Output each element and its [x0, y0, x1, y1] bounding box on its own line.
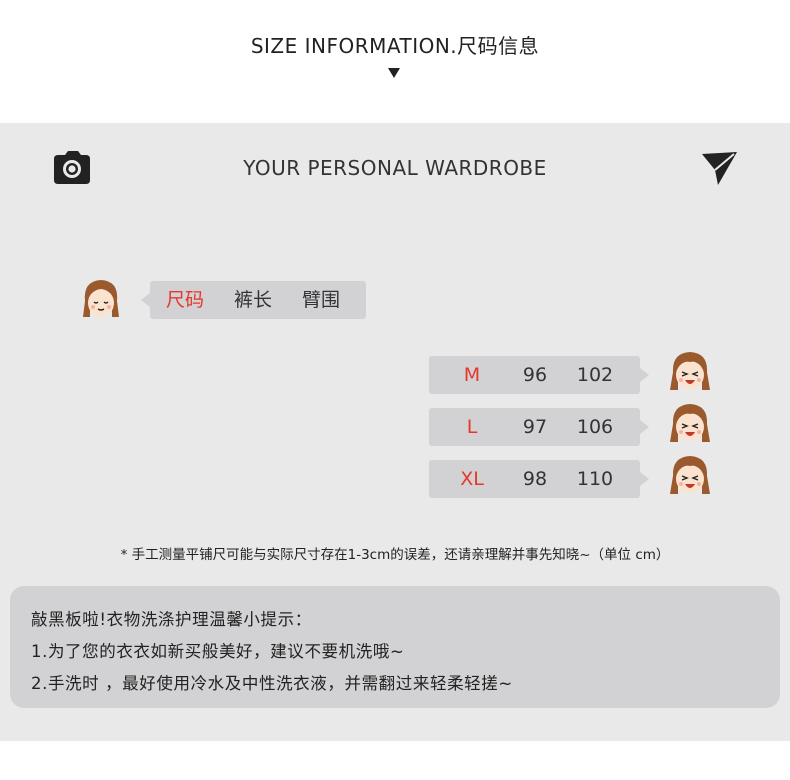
- header-title: SIZE INFORMATION.尺码信息: [250, 34, 540, 58]
- header-size: 尺码: [165, 289, 204, 311]
- arm-value: 102: [576, 364, 614, 386]
- girl-avatar-icon: [83, 280, 119, 317]
- care-tip-line: 2.手洗时 ，最好使用冷水及中性洗衣液，并需翻过来轻柔轻搓~: [31, 674, 513, 693]
- care-tips-box: 敲黑板啦!衣物洗涤护理温馨小提示： 1.为了您的衣衣如新买般美好，建议不要机洗哦…: [10, 586, 780, 708]
- length-value: 96: [522, 364, 548, 386]
- header-arm: 臂围: [301, 289, 340, 311]
- size-row-m: M 96 102: [429, 356, 649, 394]
- arm-value: 106: [576, 416, 614, 438]
- care-tip-line: 敲黑板啦!衣物洗涤护理温馨小提示：: [31, 610, 312, 629]
- bubble-tail: [640, 368, 649, 382]
- header-length: 裤长: [233, 289, 272, 311]
- girl-avatar-icon: [670, 352, 710, 390]
- bubble-tail: [141, 293, 150, 307]
- down-arrow-icon: [388, 68, 400, 78]
- size-value: L: [466, 416, 478, 438]
- length-value: 97: [522, 416, 548, 438]
- measurement-note: * 手工测量平铺尺可能与实际尺寸存在1-3cm的误差，还请亲理解并事先知晓~（单…: [120, 547, 670, 563]
- size-value: M: [463, 364, 481, 386]
- size-row-xl: XL 98 110: [429, 460, 649, 498]
- girl-avatar-icon: [670, 456, 710, 494]
- size-row-l: L 97 106: [429, 408, 649, 446]
- bubble-tail: [640, 472, 649, 486]
- panel-title: YOUR PERSONAL WARDROBE: [243, 156, 547, 180]
- girl-avatar-icon: [670, 404, 710, 442]
- arm-value: 110: [576, 468, 614, 490]
- size-header-bubble: 尺码 裤长 臂围: [141, 281, 366, 319]
- care-tip-line: 1.为了您的衣衣如新买般美好，建议不要机洗哦~: [31, 642, 405, 661]
- size-value: XL: [460, 468, 484, 490]
- bubble-tail: [640, 420, 649, 434]
- send-icon[interactable]: [700, 150, 738, 186]
- length-value: 98: [522, 468, 548, 490]
